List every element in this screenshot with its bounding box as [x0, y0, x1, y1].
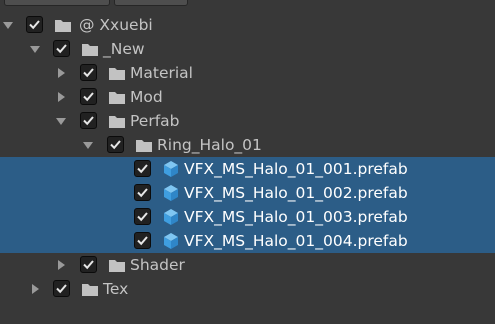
folder-icon — [108, 257, 126, 273]
tree-row-label: VFX_MS_Halo_01_002.prefab — [184, 184, 408, 202]
folder-icon — [108, 89, 126, 105]
tree-row-prefab-002[interactable]: VFX_MS_Halo_01_002.prefab — [0, 181, 495, 205]
tree-row-label: VFX_MS_Halo_01_004.prefab — [184, 232, 408, 250]
folder-icon — [81, 281, 99, 297]
top-toolbar-button[interactable] — [4, 0, 110, 6]
include-checkbox[interactable] — [53, 40, 70, 57]
tree-row-label: Perfab — [130, 112, 180, 130]
include-checkbox[interactable] — [134, 232, 151, 249]
collapsed-arrow-icon[interactable] — [29, 283, 41, 295]
folder-icon — [54, 17, 72, 33]
folder-icon — [81, 41, 99, 57]
top-toolbar-button[interactable] — [114, 0, 188, 6]
prefab-cube-icon — [162, 184, 180, 201]
collapsed-arrow-icon[interactable] — [55, 91, 67, 103]
collapsed-arrow-icon[interactable] — [55, 67, 67, 79]
tree-row-material[interactable]: Material — [0, 61, 495, 85]
include-checkbox[interactable] — [80, 112, 97, 129]
include-checkbox[interactable] — [53, 280, 70, 297]
tree-row-prefab-004[interactable]: VFX_MS_Halo_01_004.prefab — [0, 229, 495, 253]
tree-row-ring-halo-01[interactable]: Ring_Halo_01 — [0, 133, 495, 157]
tree-row-label: Ring_Halo_01 — [157, 136, 262, 154]
tree-row-prefab-001[interactable]: VFX_MS_Halo_01_001.prefab — [0, 157, 495, 181]
tree-row-prefab-003[interactable]: VFX_MS_Halo_01_003.prefab — [0, 205, 495, 229]
tree-row-label: VFX_MS_Halo_01_003.prefab — [184, 208, 408, 226]
include-checkbox[interactable] — [134, 184, 151, 201]
tree-row-label: Material — [130, 64, 193, 82]
include-checkbox[interactable] — [80, 256, 97, 273]
expanded-arrow-icon[interactable] — [2, 19, 14, 31]
tree-row-label: VFX_MS_Halo_01_001.prefab — [184, 160, 408, 178]
tree-row-label: Mod — [130, 88, 163, 106]
tree-row-shader[interactable]: Shader — [0, 253, 495, 277]
include-checkbox[interactable] — [134, 208, 151, 225]
tree-row-label: Shader — [130, 256, 185, 274]
folder-icon — [135, 137, 153, 153]
collapsed-arrow-icon[interactable] — [55, 259, 67, 271]
include-checkbox[interactable] — [80, 88, 97, 105]
expanded-arrow-icon[interactable] — [29, 43, 41, 55]
tree-row-perfab[interactable]: Perfab — [0, 109, 495, 133]
prefab-cube-icon — [162, 208, 180, 225]
include-checkbox[interactable] — [26, 16, 43, 33]
prefab-cube-icon — [162, 160, 180, 177]
include-checkbox[interactable] — [107, 136, 124, 153]
include-checkbox[interactable] — [134, 160, 151, 177]
expanded-arrow-icon[interactable] — [55, 115, 67, 127]
tree-row-label: _New — [103, 40, 145, 58]
asset-tree-view: @ Xxuebi _New Material Mod Perfab Ring_H… — [0, 0, 495, 324]
folder-icon — [108, 65, 126, 81]
tree-row-tex[interactable]: Tex — [0, 277, 495, 301]
tree-row-new[interactable]: _New — [0, 37, 495, 61]
tree-row-xxuebi[interactable]: @ Xxuebi — [0, 13, 495, 37]
tree-row-label: Tex — [103, 280, 129, 298]
include-checkbox[interactable] — [80, 64, 97, 81]
tree-row-mod[interactable]: Mod — [0, 85, 495, 109]
prefab-cube-icon — [162, 232, 180, 249]
tree-row-label: @ Xxuebi — [79, 16, 153, 34]
folder-icon — [108, 113, 126, 129]
expanded-arrow-icon[interactable] — [82, 139, 94, 151]
